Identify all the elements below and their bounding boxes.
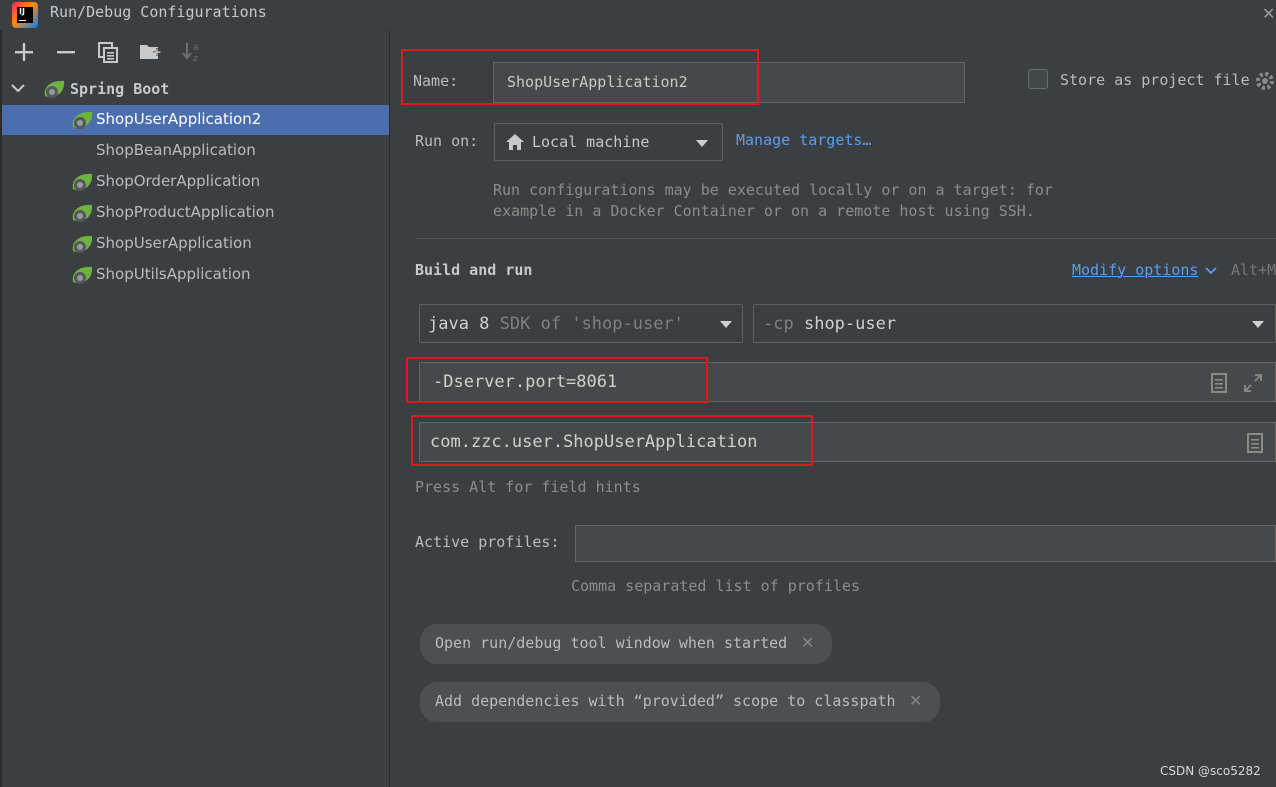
modify-options-link[interactable]: Modify options: [1072, 261, 1198, 279]
expand-icon[interactable]: [1242, 372, 1264, 394]
close-icon[interactable]: ✕: [1262, 4, 1275, 23]
spring-boot-icon: [72, 266, 93, 284]
manage-targets-link[interactable]: Manage targets…: [736, 131, 871, 149]
spring-boot-icon: [72, 204, 93, 222]
document-icon[interactable]: [1246, 432, 1264, 454]
spring-boot-icon: [72, 111, 93, 129]
run-on-hint-line-2: example in a Docker Container or on a re…: [493, 202, 1035, 220]
jdk-dropdown[interactable]: java 8 SDK of 'shop-user': [419, 304, 743, 343]
dropdown-arrow-icon: [1252, 321, 1264, 328]
run-on-hint-line-1: Run configurations may be executed local…: [493, 181, 1053, 199]
configuration-item-label: ShopUserApplication2: [96, 110, 262, 128]
window-title: Run/Debug Configurations: [50, 3, 267, 21]
chip-label: Add dependencies with “provided” scope t…: [435, 692, 896, 710]
modify-options-shortcut: Alt+M: [1231, 261, 1276, 279]
run-on-value: Local machine: [532, 133, 650, 151]
chevron-down-icon[interactable]: [10, 80, 26, 96]
option-chip-provided-scope[interactable]: Add dependencies with “provided” scope t…: [420, 682, 940, 722]
intellij-logo-icon: IJ: [12, 2, 38, 28]
add-icon[interactable]: [12, 40, 36, 64]
active-profiles-field[interactable]: [575, 525, 1276, 562]
configuration-item-label: ShopProductApplication: [96, 203, 275, 221]
configuration-item[interactable]: ShopUserApplication: [2, 229, 389, 259]
gear-icon[interactable]: [1254, 70, 1276, 92]
section-separator: [415, 238, 1276, 239]
close-icon[interactable]: ✕: [801, 633, 814, 652]
build-and-run-heading: Build and run: [415, 261, 533, 279]
svg-text:a: a: [193, 43, 199, 53]
classpath-dropdown[interactable]: -cp shop-user: [753, 304, 1276, 343]
configuration-item[interactable]: ShopProductApplication: [2, 198, 389, 228]
classpath-main: -cp shop-user: [763, 314, 896, 334]
configuration-item[interactable]: ShopUtilsApplication: [2, 260, 389, 290]
jdk-main: java 8 SDK of 'shop-user': [428, 314, 684, 334]
jdk-version: java 8: [428, 314, 490, 334]
tree-group-spring-boot[interactable]: Spring Boot: [70, 80, 169, 98]
highlight-box-main-class: [411, 415, 813, 466]
svg-text:z: z: [193, 54, 198, 64]
active-profiles-hint: Comma separated list of profiles: [571, 577, 860, 595]
close-icon[interactable]: ✕: [909, 691, 922, 710]
spring-boot-icon: [72, 235, 93, 253]
field-hints-text: Press Alt for field hints: [415, 478, 641, 496]
classpath-prefix: -cp: [763, 314, 794, 334]
configuration-item-label: ShopUtilsApplication: [96, 265, 251, 283]
dropdown-arrow-icon: [720, 321, 732, 328]
new-folder-icon[interactable]: [138, 40, 162, 64]
jdk-hint: SDK of 'shop-user': [499, 314, 684, 334]
remove-icon[interactable]: [54, 40, 78, 64]
spring-boot-icon: [72, 173, 93, 191]
chip-label: Open run/debug tool window when started: [435, 634, 788, 652]
store-as-project-file-checkbox[interactable]: [1028, 69, 1048, 89]
sort-icon[interactable]: a z: [180, 40, 204, 64]
active-profiles-label: Active profiles:: [415, 533, 560, 551]
classpath-value: shop-user: [803, 314, 897, 334]
configuration-item[interactable]: ShopBeanApplication: [2, 136, 389, 166]
configuration-item-label: ShopBeanApplication: [96, 141, 256, 159]
dropdown-arrow-icon: [696, 140, 708, 147]
configuration-item-label: ShopOrderApplication: [96, 172, 261, 190]
highlight-box-vm-options: [406, 357, 708, 403]
home-icon: [506, 134, 524, 150]
configuration-item[interactable]: ShopOrderApplication: [2, 167, 389, 197]
run-on-dropdown[interactable]: Local machine: [494, 123, 723, 161]
copy-icon[interactable]: [96, 40, 120, 64]
highlight-box-name: [401, 49, 759, 105]
store-as-project-file-label: Store as project file: [1060, 71, 1250, 89]
configuration-item-label: ShopUserApplication: [96, 234, 252, 252]
document-icon[interactable]: [1210, 372, 1228, 394]
option-chip-open-tool-window[interactable]: Open run/debug tool window when started …: [420, 624, 832, 664]
spring-boot-icon: [44, 80, 65, 98]
run-on-label: Run on:: [415, 132, 479, 150]
chevron-down-icon[interactable]: [1204, 265, 1218, 277]
watermark: CSDN @sco5282: [1160, 764, 1261, 778]
configuration-item[interactable]: ShopUserApplication2: [2, 105, 389, 135]
